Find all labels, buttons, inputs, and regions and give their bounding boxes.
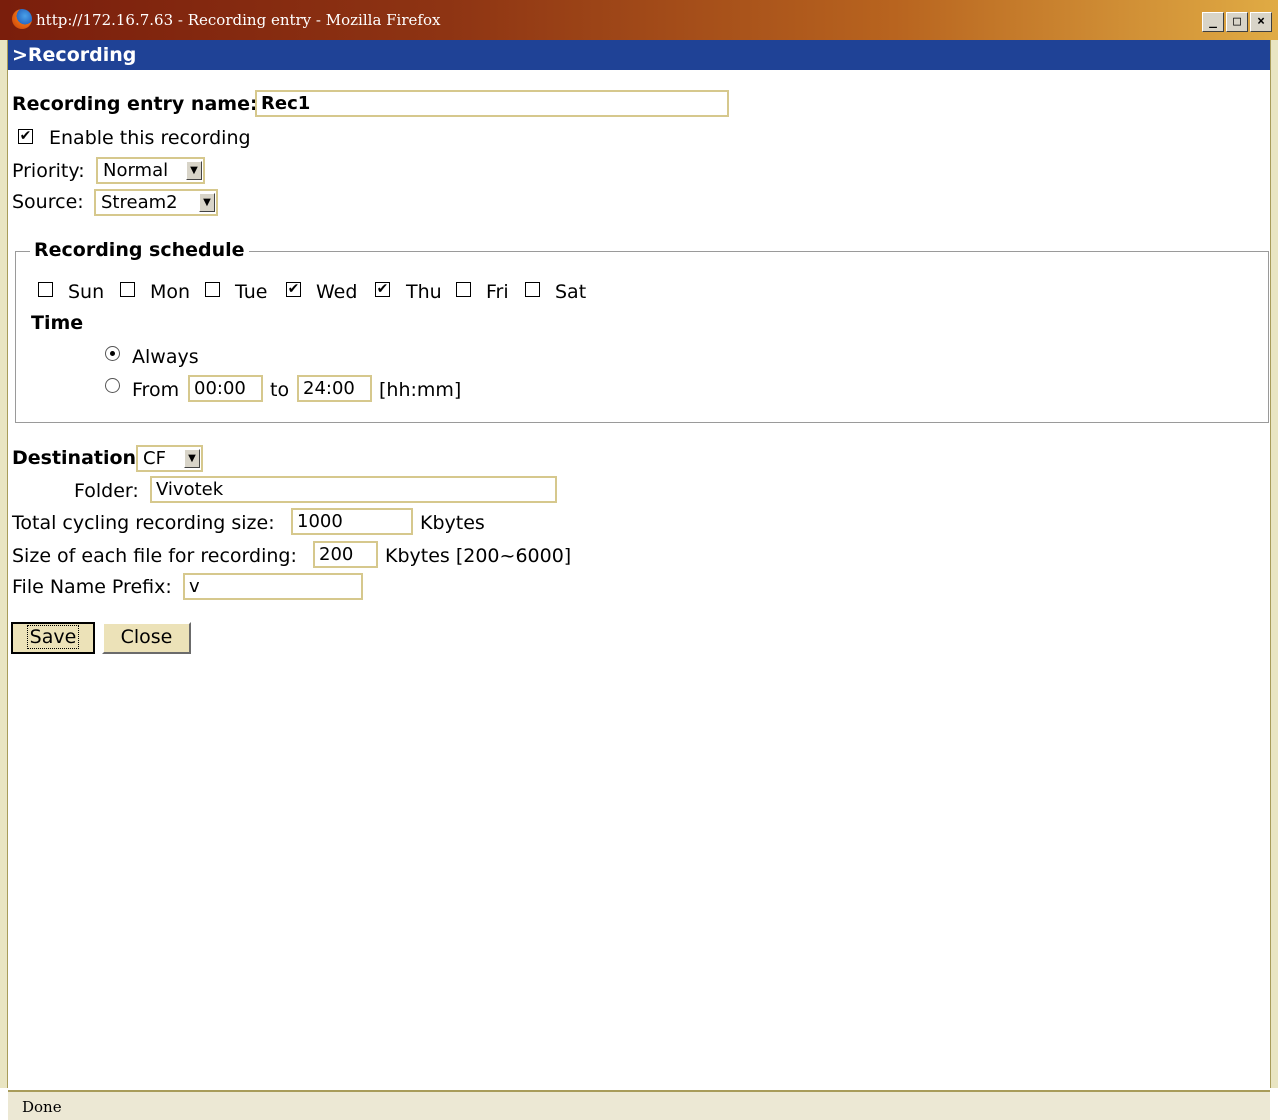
to-time-input[interactable]: 24:00 bbox=[297, 375, 372, 402]
time-format-hint: [hh:mm] bbox=[379, 379, 462, 401]
priority-select[interactable]: Normal ▼ bbox=[96, 157, 205, 184]
checkmark-icon: ✔ bbox=[19, 128, 32, 144]
source-select[interactable]: Stream2 ▼ bbox=[94, 189, 218, 216]
day-checkbox-wed[interactable]: ✔ bbox=[286, 282, 301, 297]
day-label-mon: Mon bbox=[150, 281, 191, 303]
destination-select[interactable]: CF ▼ bbox=[136, 445, 203, 472]
source-label: Source: bbox=[12, 191, 84, 213]
folder-input[interactable]: Vivotek bbox=[150, 476, 557, 503]
day-checkbox-fri[interactable] bbox=[456, 282, 471, 297]
window-controls: _ □ × bbox=[1202, 12, 1272, 32]
to-label: to bbox=[270, 379, 290, 401]
chevron-down-icon[interactable]: ▼ bbox=[184, 449, 200, 468]
from-label: From bbox=[132, 379, 180, 401]
checkmark-icon: ✔ bbox=[287, 281, 300, 297]
from-radio[interactable] bbox=[105, 378, 120, 393]
day-label-sat: Sat bbox=[555, 281, 587, 303]
destination-label: Destination bbox=[12, 447, 137, 469]
total-size-input[interactable]: 1000 bbox=[291, 508, 413, 535]
file-size-input[interactable]: 200 bbox=[313, 541, 378, 568]
window-frame-right bbox=[1270, 40, 1278, 1088]
day-label-fri: Fri bbox=[486, 281, 509, 303]
folder-label: Folder: bbox=[74, 480, 139, 502]
enable-recording-checkbox[interactable]: ✔ bbox=[18, 129, 33, 144]
window-titlebar: http://172.16.7.63 - Recording entry - M… bbox=[0, 0, 1278, 41]
firefox-icon bbox=[12, 9, 32, 29]
enable-recording-label: Enable this recording bbox=[49, 127, 251, 149]
always-label: Always bbox=[132, 346, 199, 368]
day-checkbox-tue[interactable] bbox=[205, 282, 220, 297]
total-size-label: Total cycling recording size: bbox=[12, 512, 275, 534]
priority-label: Priority: bbox=[12, 160, 85, 182]
day-checkbox-thu[interactable]: ✔ bbox=[375, 282, 390, 297]
status-bar: Done bbox=[8, 1090, 1270, 1120]
day-label-wed: Wed bbox=[316, 281, 358, 303]
window-title: http://172.16.7.63 - Recording entry - M… bbox=[36, 11, 441, 29]
day-label-tue: Tue bbox=[235, 281, 268, 303]
destination-value: CF bbox=[143, 448, 166, 469]
prefix-input[interactable]: v bbox=[183, 573, 363, 600]
day-checkbox-mon[interactable] bbox=[120, 282, 135, 297]
day-checkbox-sat[interactable] bbox=[525, 282, 540, 297]
day-label-thu: Thu bbox=[406, 281, 442, 303]
save-button-label: Save bbox=[26, 625, 80, 649]
chevron-down-icon[interactable]: ▼ bbox=[199, 193, 215, 212]
status-text: Done bbox=[22, 1098, 62, 1116]
minimize-button[interactable]: _ bbox=[1202, 12, 1224, 32]
checkmark-icon: ✔ bbox=[376, 281, 389, 297]
close-button[interactable]: Close bbox=[102, 622, 191, 654]
source-value: Stream2 bbox=[101, 192, 178, 213]
file-size-label: Size of each file for recording: bbox=[12, 545, 297, 567]
chevron-down-icon[interactable]: ▼ bbox=[186, 161, 202, 180]
save-button[interactable]: Save bbox=[11, 622, 95, 654]
entry-name-input[interactable]: Rec1 bbox=[255, 90, 729, 117]
time-label: Time bbox=[31, 312, 84, 334]
entry-name-label: Recording entry name: bbox=[12, 93, 258, 115]
close-window-button[interactable]: × bbox=[1250, 12, 1272, 32]
window-frame-left bbox=[0, 40, 8, 1088]
day-checkbox-sun[interactable] bbox=[38, 282, 53, 297]
page-header: >Recording bbox=[8, 40, 1270, 70]
always-radio[interactable] bbox=[105, 346, 120, 361]
maximize-button[interactable]: □ bbox=[1226, 12, 1248, 32]
recording-schedule-legend: Recording schedule bbox=[30, 239, 249, 261]
day-label-sun: Sun bbox=[68, 281, 105, 303]
file-size-unit: Kbytes [200~6000] bbox=[385, 545, 572, 567]
total-size-unit: Kbytes bbox=[420, 512, 485, 534]
priority-value: Normal bbox=[103, 160, 169, 181]
from-time-input[interactable]: 00:00 bbox=[188, 375, 263, 402]
prefix-label: File Name Prefix: bbox=[12, 576, 172, 598]
